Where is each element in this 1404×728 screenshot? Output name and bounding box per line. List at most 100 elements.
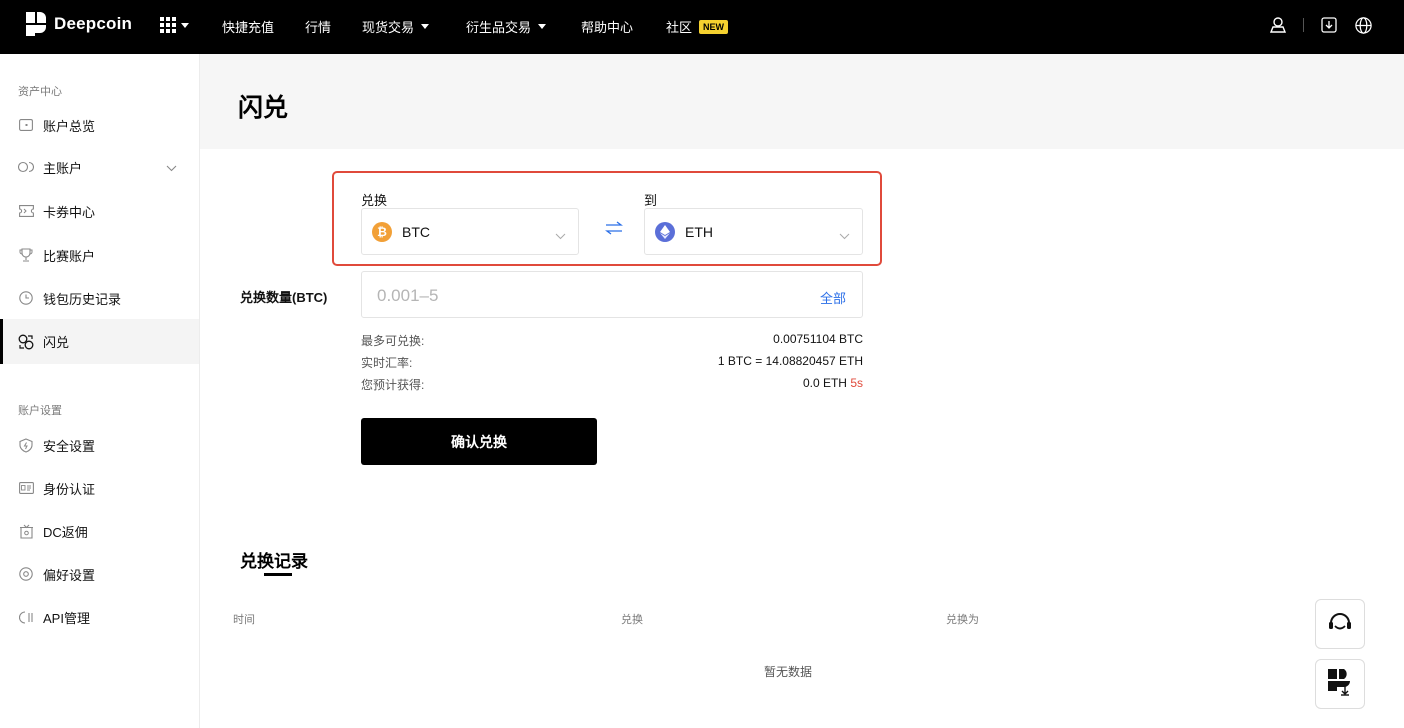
wallet-icon (18, 117, 34, 133)
amount-input[interactable]: 0.001–5 全部 (361, 271, 863, 318)
sidebar-item-label: 身份认证 (43, 481, 96, 497)
btc-coin-icon: ₿ (372, 221, 392, 242)
settings-icon (18, 566, 34, 582)
refresh-countdown: 5s (850, 376, 863, 390)
to-currency-select[interactable]: ETH (644, 208, 863, 255)
nav-label: 现货交易 (362, 20, 415, 35)
rate-label: 实时汇率: (361, 356, 413, 370)
chevron-down-icon (421, 24, 430, 29)
nav-help-center[interactable]: 帮助中心 (581, 17, 633, 36)
sidebar-item-dc-rebate[interactable]: DC返佣 (0, 510, 199, 552)
shield-icon (18, 437, 34, 453)
empty-state: 暂无数据 (764, 665, 813, 679)
records-title: 兑换记录 (240, 552, 308, 571)
account-icon (18, 159, 34, 175)
top-right-icons (1267, 14, 1374, 36)
sidebar-item-main-account[interactable]: 主账户 (0, 146, 199, 188)
max-label: 最多可兑换: (361, 334, 425, 348)
globe-icon[interactable] (1352, 14, 1374, 36)
sidebar-item-label: 闪兑 (43, 335, 70, 350)
sidebar-item-label: 卡券中心 (43, 204, 96, 220)
sidebar-section-account-settings: 账户设置 (18, 405, 62, 417)
api-icon (18, 609, 34, 625)
estimate-row: 您预计获得: 0.0 ETH 5s (361, 376, 863, 393)
swap-icon (18, 334, 34, 350)
brand-name: Deepcoin (54, 14, 133, 33)
nav-spot-trading[interactable]: 现货交易 (362, 17, 430, 36)
apps-menu-button[interactable] (160, 17, 189, 33)
nav-community[interactable]: 社区 NEW (666, 17, 729, 36)
sidebar-item-label: 比赛账户 (43, 248, 96, 264)
sidebar-item-api-management[interactable]: API管理 (0, 596, 199, 638)
gift-icon (18, 523, 34, 539)
eth-coin-icon (655, 221, 675, 242)
max-value: 0.00751104 BTC (773, 332, 863, 346)
trophy-icon (18, 247, 34, 263)
records-title-underline (264, 573, 292, 576)
sidebar-item-label: 偏好设置 (43, 567, 96, 583)
nav-quick-deposit[interactable]: 快捷充值 (222, 17, 274, 36)
divider (1303, 18, 1304, 32)
clock-icon (18, 290, 34, 306)
page-header: 闪兑 (200, 54, 1404, 149)
sidebar-item-label: 安全设置 (43, 438, 96, 454)
grid-menu-icon (160, 17, 176, 33)
user-icon[interactable] (1267, 14, 1289, 36)
sidebar-item-label: 钱包历史记录 (43, 291, 122, 307)
sidebar-item-label: 账户总览 (43, 118, 96, 134)
from-currency-select[interactable]: ₿ BTC (361, 208, 579, 255)
nav-label: 衍生品交易 (466, 20, 532, 35)
nav-derivatives[interactable]: 衍生品交易 (466, 17, 547, 36)
sidebar-item-contest-account[interactable]: 比赛账户 (0, 234, 199, 276)
estimate-value: 0.0 ETH (802, 376, 847, 390)
nav-market[interactable]: 行情 (305, 17, 331, 36)
btc-symbol: ₿ (377, 224, 387, 239)
confirm-swap-button[interactable]: 确认兑换 (361, 418, 597, 465)
deepcoin-logo-icon (26, 12, 46, 36)
nav-label: 社区 (666, 20, 693, 35)
column-header-to: 兑换为 (946, 614, 979, 626)
chevron-down-icon (181, 22, 189, 28)
brand-logo[interactable]: Deepcoin (26, 12, 132, 36)
to-label: 到 (644, 193, 658, 208)
nav-label: 行情 (305, 20, 332, 35)
from-label: 兑换 (361, 193, 388, 208)
sidebar-item-identity-verification[interactable]: 身份认证 (0, 467, 199, 509)
sidebar-item-security-settings[interactable]: 安全设置 (0, 424, 199, 466)
column-header-time: 时间 (233, 614, 255, 626)
chevron-down-icon (839, 227, 850, 243)
chevron-down-icon[interactable] (166, 160, 177, 175)
sidebar-item-coupon-center[interactable]: 卡券中心 (0, 190, 199, 232)
chevron-down-icon (538, 24, 547, 29)
id-card-icon (18, 480, 34, 496)
page-title: 闪兑 (238, 94, 289, 122)
column-header-from: 兑换 (621, 614, 643, 626)
sidebar-item-preferences[interactable]: 偏好设置 (0, 553, 199, 595)
new-badge: NEW (699, 19, 729, 34)
to-currency-value: ETH (685, 223, 713, 240)
max-exchange-row: 最多可兑换: 0.00751104 BTC (361, 332, 863, 349)
support-button[interactable] (1315, 599, 1365, 649)
nav-label: 快捷充值 (222, 20, 275, 35)
top-navbar: Deepcoin 快捷充值 行情 现货交易 衍生品交易 帮助中心 社区 NEW (0, 0, 1404, 54)
sidebar-item-label: 主账户 (43, 160, 83, 176)
download-icon[interactable] (1318, 14, 1340, 36)
rate-value: 1 BTC = 14.08820457 ETH (717, 354, 863, 368)
amount-placeholder: 0.001–5 (377, 286, 439, 305)
rate-row: 实时汇率: 1 BTC = 14.08820457 ETH (361, 354, 863, 371)
sidebar-section-asset-center: 资产中心 (18, 86, 62, 98)
from-currency-value: BTC (402, 223, 430, 240)
sidebar-item-account-overview[interactable]: 账户总览 (0, 104, 199, 146)
ticket-icon (18, 203, 34, 219)
all-button[interactable]: 全部 (820, 288, 846, 307)
app-download-icon (1326, 667, 1354, 702)
sidebar-item-flash-swap[interactable]: 闪兑 (0, 319, 199, 364)
swap-direction-icon[interactable] (604, 221, 624, 240)
sidebar-item-wallet-history[interactable]: 钱包历史记录 (0, 277, 199, 319)
estimate-value-wrap: 0.0 ETH 5s (803, 376, 863, 393)
sidebar-item-label: API管理 (43, 610, 90, 626)
sidebar-item-label: DC返佣 (43, 524, 88, 540)
app-download-button[interactable] (1315, 659, 1365, 709)
estimate-label: 您预计获得: (361, 378, 425, 392)
chevron-down-icon (555, 227, 566, 243)
